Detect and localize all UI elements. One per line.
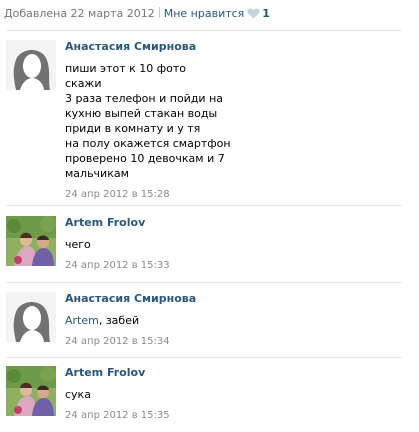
comment-author[interactable]: Анастасия Смирнова (65, 40, 395, 54)
comment-author[interactable]: Анастасия Смирнова (65, 292, 395, 306)
comment-timestamp[interactable]: 24 апр 2012 в 15:35 (65, 409, 395, 422)
comment-body: Artem Frolov чего 24 апр 2012 в 15:33 (65, 216, 395, 272)
comment-text: чего (65, 238, 91, 251)
comment-body: Анастасия Смирнова пиши этот к 10 фото с… (65, 40, 395, 201)
comment-timestamp[interactable]: 24 апр 2012 в 15:33 (65, 259, 395, 272)
comment-author[interactable]: Artem Frolov (65, 216, 395, 230)
female-silhouette-avatar[interactable] (6, 40, 56, 90)
comment-timestamp[interactable]: 24 апр 2012 в 15:28 (65, 188, 395, 201)
comment-text: сука (65, 388, 91, 401)
post-meta-bar: Добавлена 22 марта 2012 Мне нравится 1 (4, 6, 270, 22)
like-count[interactable]: 1 (262, 7, 270, 20)
divider (6, 357, 402, 358)
comment-timestamp[interactable]: 24 апр 2012 в 15:34 (65, 335, 395, 348)
comment-author[interactable]: Artem Frolov (65, 366, 395, 380)
comment-body: Artem Frolov сука 24 апр 2012 в 15:35 (65, 366, 395, 422)
comment-text-rest: , забей (98, 314, 140, 327)
couple-photo-avatar[interactable] (6, 366, 56, 416)
divider (158, 7, 160, 18)
comment-text: Artem, забей (65, 313, 395, 328)
reply-mention-link[interactable]: Artem (65, 314, 99, 327)
added-date: Добавлена 22 марта 2012 (4, 7, 155, 20)
divider (6, 30, 402, 31)
heart-icon[interactable] (247, 8, 260, 24)
comment-body: Анастасия Смирнова Artem, забей 24 апр 2… (65, 292, 395, 348)
couple-photo-avatar[interactable] (6, 216, 56, 266)
divider (6, 282, 402, 283)
female-silhouette-avatar[interactable] (6, 292, 56, 342)
divider (6, 205, 402, 206)
like-link[interactable]: Мне нравится (164, 7, 245, 20)
comment-text: пиши этот к 10 фото скажи 3 раза телефон… (65, 62, 231, 180)
